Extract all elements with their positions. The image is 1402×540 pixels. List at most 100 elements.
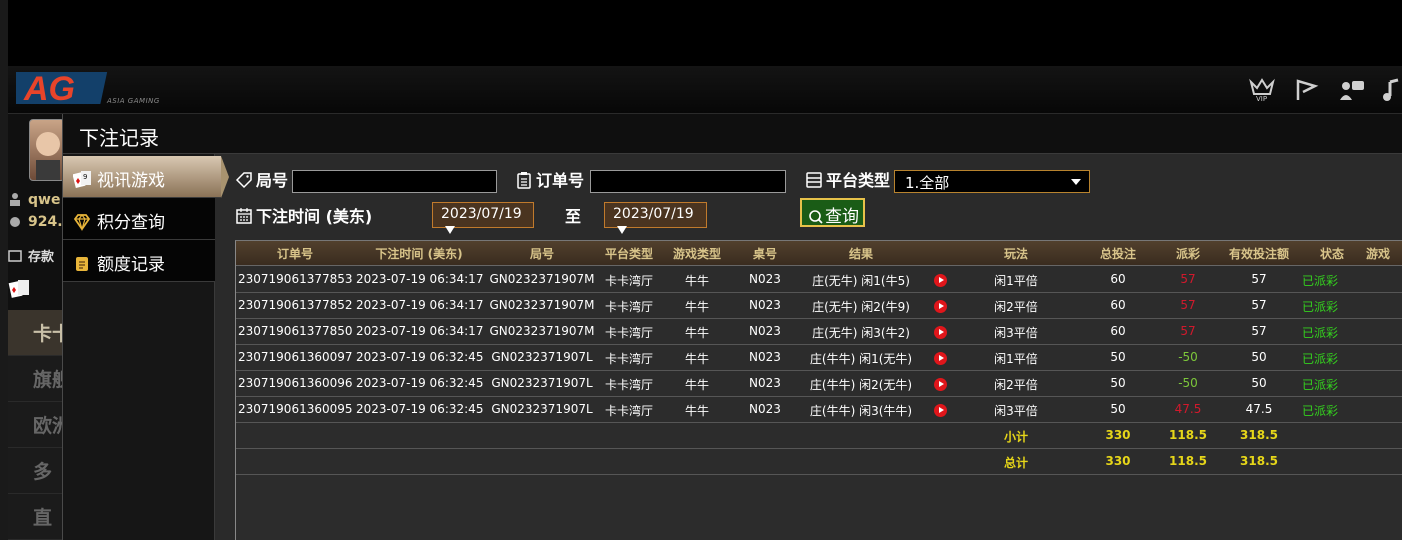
cards-icon [8,278,32,300]
vip-icon[interactable]: VIP [1248,78,1276,103]
platform-cell: 卡卡湾厅 [604,300,653,314]
payout-cell: -50 [1178,376,1198,390]
valid-bet-cell: 50 [1251,350,1267,364]
bet-time-cell: 2023-07-19 06:32:45 [356,350,484,364]
diamond-icon [73,213,91,232]
bg-tab-4[interactable]: 直 [8,494,63,540]
bg-tab-2[interactable]: 欧洲 [8,402,63,448]
status-cell: 已派彩 [1302,352,1339,366]
total-bet-cell: 60 [1110,324,1126,338]
bg-tab-0[interactable]: 卡卡 [8,310,63,356]
subtotal-row-label: 小计 [1003,430,1028,444]
platform-select[interactable]: 1.全部 [894,170,1090,193]
table-row: 230719061360096 2023-07-19 06:32:45 GN0232… [236,371,1402,397]
deposit-link[interactable]: 存款 [8,246,63,268]
tag-icon [235,171,253,189]
status-cell: 已派彩 [1302,274,1339,288]
total-bet-cell: 60 [1110,298,1126,312]
calendar-icon [235,207,253,225]
menu-points-query-label: 积分查询 [97,213,165,233]
play-cell: 闲3平倍 [994,404,1038,418]
round-cell: GN0232371907L [491,376,593,390]
app-root: AG ASIA GAMING VIP qwe 924. 存款 卡卡 旗舰 欧洲 … [0,0,1402,540]
platform-cell: 卡卡湾厅 [604,352,653,366]
result-cell: 庄(无牛) 闲2(牛9) [812,300,910,314]
logo-letters: AG [23,70,75,108]
server-icon [805,171,823,189]
play-cell: 闲3平倍 [994,326,1038,340]
note-icon [73,255,91,273]
menu-video-games[interactable]: 9 视讯游戏 [63,156,229,198]
bet-records-table: 订单号 下注时间 (美东) 局号 平台类型 游戏类型 桌号 结果 玩法 总投注 … [235,240,1402,540]
play-video-icon[interactable] [934,378,947,391]
col-valid-bet: 有效投注额 [1228,247,1289,261]
bet-record-modal: 下注记录 9 视讯游戏 积分查询 额度记录 局号 订单号 平台类型 1.全部 下… [62,114,1402,540]
app-header: AG ASIA GAMING VIP [8,66,1402,114]
left-edge-strip [0,0,8,540]
svg-text:VIP: VIP [1256,95,1267,102]
table-row: 230719061360095 2023-07-19 06:32:45 GN0232… [236,397,1402,423]
deposit-label: 存款 [28,250,55,265]
subtotal-row-valid: 318.5 [1240,428,1278,442]
col-total-bet: 总投注 [1099,247,1136,261]
round-cell: GN0232371907M [489,324,595,338]
time-label-text: 下注时间 (美东) [256,207,373,226]
chevron-down-icon [1071,179,1081,185]
order-number-input[interactable] [590,170,786,193]
total-row-payout: 118.5 [1169,454,1207,468]
game-type-cell: 牛牛 [684,378,709,392]
platform-cell: 卡卡湾厅 [604,404,653,418]
platform-cell: 卡卡湾厅 [604,378,653,392]
col-round: 局号 [529,247,554,261]
chat-icon[interactable] [1338,78,1366,102]
platform-cell: 卡卡湾厅 [604,326,653,340]
payout-cell: 47.5 [1174,402,1202,416]
platform-cell: 卡卡湾厅 [604,274,653,288]
menu-credit-records-label: 额度记录 [97,255,165,275]
user-icon [8,192,24,206]
table-row: 230719061377850 2023-07-19 06:34:17 GN0232… [236,319,1402,345]
time-label: 下注时间 (美东) [235,203,372,227]
round-cell: GN0232371907M [489,298,595,312]
modal-title-bar: 下注记录 [63,114,1402,154]
username: qwe [28,192,61,208]
avatar [29,119,65,181]
status-cell: 已派彩 [1302,300,1339,314]
play-video-icon[interactable] [934,404,947,417]
status-cell: 已派彩 [1302,404,1339,418]
date-from-picker[interactable]: 2023/07/19 [432,202,534,234]
query-button[interactable]: 查询 [800,198,865,227]
table-no-cell: N023 [749,324,781,338]
game-type-cell: 牛牛 [684,274,709,288]
total-bet-cell: 60 [1110,272,1126,286]
bet-time-cell: 2023-07-19 06:32:45 [356,376,484,390]
status-cell: 已派彩 [1302,326,1339,340]
bg-tab-1[interactable]: 旗舰 [8,356,63,402]
date-to-value: 2023/07/19 [613,206,694,222]
col-platform: 平台类型 [604,247,653,261]
menu-credit-records[interactable]: 额度记录 [63,240,215,282]
date-from-value: 2023/07/19 [441,206,522,222]
round-cell: GN0232371907L [491,402,593,416]
col-game: 游戏 [1366,247,1391,261]
menu-points-query[interactable]: 积分查询 [63,198,215,240]
cards-link[interactable] [8,278,63,306]
col-bet-time: 下注时间 (美东) [375,247,463,261]
play-video-icon[interactable] [934,274,947,287]
order-number-cell: 230719061377852 [238,298,353,312]
round-input[interactable] [292,170,497,193]
username-row: qwe [8,192,63,214]
table-no-cell: N023 [749,402,781,416]
flag-icon[interactable] [1293,78,1321,102]
play-video-icon[interactable] [934,326,947,339]
subtotal-row: 小计 330 118.5 318.5 [236,423,1402,449]
bg-tab-3[interactable]: 多 [8,448,63,494]
caret-down-icon [617,226,627,234]
col-order: 订单号 [276,247,313,261]
music-icon[interactable] [1382,78,1402,102]
date-to-picker[interactable]: 2023/07/19 [604,202,707,234]
order-label-text: 订单号 [536,171,585,190]
play-video-icon[interactable] [934,300,947,313]
ag-logo: AG [8,68,112,108]
play-video-icon[interactable] [934,352,947,365]
